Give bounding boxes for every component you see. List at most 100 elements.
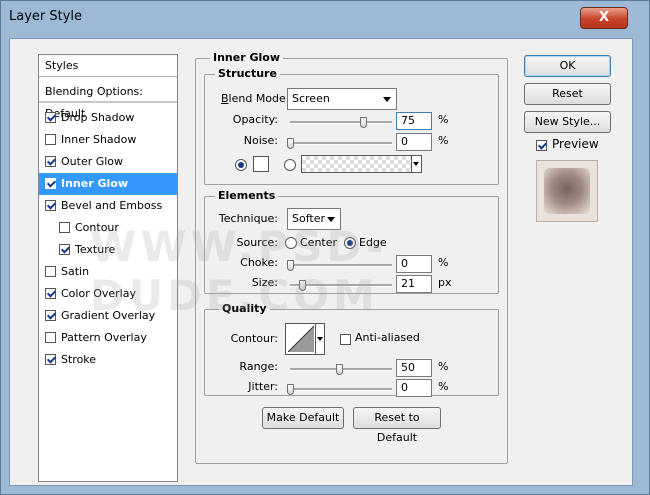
jitter-label: Jitter:	[248, 380, 278, 393]
gradient-radio[interactable]	[284, 159, 296, 171]
opacity-slider-thumb[interactable]	[360, 117, 367, 128]
jitter-slider-track[interactable]	[290, 388, 392, 391]
size-unit: px	[438, 276, 452, 289]
noise-unit: %	[438, 134, 449, 147]
contour-label: Contour:	[230, 332, 278, 345]
close-button[interactable]: X	[580, 7, 628, 29]
source-edge-radio[interactable]	[344, 237, 356, 249]
window-title: Layer Style	[9, 9, 83, 24]
style-item-label: Color Overlay	[61, 287, 136, 300]
inner-glow-title: Inner Glow	[210, 51, 283, 64]
style-item-checkbox[interactable]	[59, 222, 70, 233]
antialiased-checkbox[interactable]	[340, 334, 351, 345]
reset-button[interactable]: Reset	[524, 83, 611, 105]
size-label: Size:	[251, 276, 278, 289]
choke-slider-track[interactable]	[290, 264, 392, 267]
glow-color-swatch[interactable]	[253, 156, 269, 172]
gradient-picker[interactable]	[301, 155, 422, 173]
blending-options-item[interactable]: Blending Options: Default	[39, 81, 177, 120]
structure-group: Structure Blend Mode: Screen Opacity: 75…	[204, 67, 499, 185]
style-item-label: Inner Shadow	[61, 133, 137, 146]
jitter-unit: %	[438, 380, 449, 393]
style-item-checkbox[interactable]	[45, 354, 56, 365]
reset-to-default-button[interactable]: Reset to Default	[353, 407, 441, 444]
gradient-picker-arrow[interactable]	[411, 156, 421, 172]
style-item-checkbox[interactable]	[45, 134, 56, 145]
chevron-down-icon	[317, 337, 323, 341]
style-item[interactable]: Outer Glow	[39, 151, 177, 173]
jitter-slider-thumb[interactable]	[287, 384, 294, 395]
preview-thumbnail	[544, 168, 590, 214]
elements-group: Elements Technique: Softer Source: Cente…	[204, 189, 499, 294]
style-item-checkbox[interactable]	[45, 288, 56, 299]
noise-slider-thumb[interactable]	[287, 138, 294, 149]
structure-title: Structure	[215, 67, 280, 80]
style-item[interactable]: Color Overlay	[39, 283, 177, 305]
style-item[interactable]: Contour	[39, 217, 177, 239]
style-preview-swatch	[536, 160, 598, 222]
title-bar[interactable]: Layer Style X	[1, 1, 649, 38]
technique-label: Technique:	[218, 212, 278, 225]
style-item-checkbox[interactable]	[45, 332, 56, 343]
inner-glow-panel: Inner Glow Structure Blend Mode: Screen …	[195, 51, 508, 464]
style-item-label: Contour	[75, 221, 119, 234]
style-item-checkbox[interactable]	[45, 310, 56, 321]
style-item[interactable]: Inner Glow	[39, 173, 177, 195]
contour-picker[interactable]	[285, 323, 325, 355]
noise-label: Noise:	[243, 134, 278, 147]
style-item[interactable]: Bevel and Emboss	[39, 195, 177, 217]
chevron-down-icon	[383, 97, 391, 102]
style-item-label: Inner Glow	[61, 177, 128, 190]
jitter-input[interactable]: 0	[396, 379, 432, 397]
style-item-checkbox[interactable]	[45, 200, 56, 211]
style-item[interactable]: Drop Shadow	[39, 107, 177, 129]
style-item-checkbox[interactable]	[45, 266, 56, 277]
new-style-button[interactable]: New Style...	[524, 111, 611, 133]
styles-header[interactable]: Styles	[39, 55, 177, 77]
ok-button[interactable]: OK	[524, 55, 611, 77]
styles-list: Styles Blending Options: Default Drop Sh…	[38, 54, 178, 482]
style-item-checkbox[interactable]	[59, 244, 70, 255]
color-radio[interactable]	[235, 159, 247, 171]
contour-picker-arrow[interactable]	[315, 324, 324, 354]
style-item[interactable]: Pattern Overlay	[39, 327, 177, 349]
preview-checkbox[interactable]	[536, 140, 547, 151]
blend-mode-label: Blend Mode:	[221, 92, 290, 105]
preview-label: Preview	[552, 137, 599, 151]
quality-group: Quality Contour: Anti-aliased Range: 50 …	[204, 302, 499, 397]
choke-input[interactable]: 0	[396, 255, 432, 273]
range-slider-thumb[interactable]	[336, 364, 343, 375]
opacity-unit: %	[438, 113, 449, 126]
style-item-checkbox[interactable]	[45, 156, 56, 167]
chevron-down-icon	[327, 217, 335, 222]
style-item[interactable]: Texture	[39, 239, 177, 261]
opacity-input[interactable]: 75	[396, 112, 432, 130]
size-slider-thumb[interactable]	[299, 280, 306, 291]
style-item-checkbox[interactable]	[45, 112, 56, 123]
blend-mode-dropdown[interactable]: Screen	[287, 88, 397, 110]
make-default-button[interactable]: Make Default	[262, 407, 344, 429]
noise-input[interactable]: 0	[396, 133, 432, 151]
technique-value: Softer	[292, 212, 325, 225]
source-center-radio[interactable]	[285, 237, 297, 249]
choke-label: Choke:	[240, 256, 278, 269]
style-item[interactable]: Stroke	[39, 349, 177, 371]
opacity-label: Opacity:	[232, 113, 278, 126]
style-item-checkbox[interactable]	[45, 178, 56, 189]
style-item-label: Drop Shadow	[61, 111, 135, 124]
technique-dropdown[interactable]: Softer	[287, 208, 341, 230]
style-item-label: Texture	[75, 243, 116, 256]
source-label: Source:	[236, 236, 279, 249]
size-input[interactable]: 21	[396, 275, 432, 293]
style-item-label: Satin	[61, 265, 90, 278]
choke-slider-thumb[interactable]	[287, 260, 294, 271]
noise-slider-track[interactable]	[290, 142, 392, 145]
style-item[interactable]: Satin	[39, 261, 177, 283]
range-input[interactable]: 50	[396, 359, 432, 377]
style-item-label: Gradient Overlay	[61, 309, 156, 322]
range-label: Range:	[239, 360, 278, 373]
blend-mode-value: Screen	[292, 92, 330, 105]
style-item[interactable]: Inner Shadow	[39, 129, 177, 151]
opacity-slider-track[interactable]	[290, 121, 392, 124]
style-item[interactable]: Gradient Overlay	[39, 305, 177, 327]
